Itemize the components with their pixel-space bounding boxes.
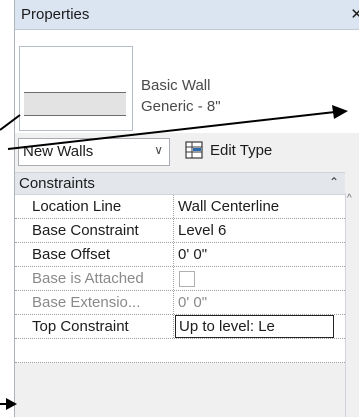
chevron-down-icon[interactable]: ∨ bbox=[154, 143, 163, 157]
instance-filter-value: New Walls bbox=[23, 143, 94, 160]
property-value: Up to level: Le bbox=[179, 318, 275, 335]
property-row-base-constraint[interactable]: Base Constraint Level 6 bbox=[15, 219, 345, 243]
property-name-cell: Base Extensio... bbox=[15, 291, 174, 314]
properties-palette: Properties ✕ Basic Wall Generic - 8" New… bbox=[14, 0, 359, 417]
property-name: Base is Attached bbox=[32, 270, 144, 287]
type-preview bbox=[19, 46, 133, 131]
type-name-label: Generic - 8" bbox=[141, 98, 221, 115]
screenshot-stage: Properties ✕ Basic Wall Generic - 8" New… bbox=[0, 0, 359, 417]
property-value: Level 6 bbox=[178, 222, 227, 239]
type-family-label: Basic Wall bbox=[141, 77, 211, 94]
property-row-partial bbox=[15, 339, 345, 363]
instance-selector-row: New Walls ∨ Edit Type bbox=[15, 133, 359, 170]
palette-title: Properties bbox=[21, 6, 90, 23]
property-value-cell[interactable]: 0' 0" bbox=[175, 243, 345, 266]
property-value: Wall Centerline bbox=[178, 198, 280, 215]
edit-type-icon bbox=[185, 141, 203, 159]
property-name-cell: Top Constraint bbox=[15, 315, 174, 338]
property-name: Top Constraint bbox=[32, 318, 129, 335]
property-row-base-offset[interactable]: Base Offset 0' 0" bbox=[15, 243, 345, 267]
close-icon[interactable]: ✕ bbox=[350, 5, 359, 23]
property-name-cell: Base Constraint bbox=[15, 219, 174, 242]
base-attached-checkbox bbox=[179, 271, 195, 287]
property-value-cell: 0' 0" bbox=[175, 291, 345, 314]
property-name-cell: Location Line bbox=[15, 195, 174, 218]
property-row-base-extension: Base Extensio... 0' 0" bbox=[15, 291, 345, 315]
property-row-location-line[interactable]: Location Line Wall Centerline bbox=[15, 195, 345, 219]
property-value: 0' 0" bbox=[178, 294, 208, 311]
property-name: Base Offset bbox=[32, 246, 111, 263]
property-name: Base Constraint bbox=[32, 222, 139, 239]
property-value-cell[interactable]: Wall Centerline bbox=[175, 195, 345, 218]
wall-swatch-icon bbox=[24, 92, 126, 116]
property-row-top-constraint[interactable]: Top Constraint Up to level: Le bbox=[15, 315, 345, 339]
edit-type-button[interactable]: Edit Type bbox=[183, 138, 359, 164]
type-selector[interactable]: Basic Wall Generic - 8" bbox=[15, 30, 359, 133]
top-constraint-input[interactable]: Up to level: Le bbox=[175, 315, 334, 338]
property-name: Location Line bbox=[32, 198, 122, 215]
scroll-up-icon[interactable]: ^ bbox=[347, 193, 352, 204]
instance-filter-dropdown[interactable]: New Walls ∨ bbox=[18, 138, 170, 166]
constraints-group-header[interactable]: Constraints ⌃ bbox=[15, 172, 345, 195]
property-value: 0' 0" bbox=[178, 246, 208, 263]
title-bar[interactable]: Properties ✕ bbox=[15, 0, 359, 30]
property-value-cell[interactable]: Level 6 bbox=[175, 219, 345, 242]
property-name: Base Extensio... bbox=[32, 294, 141, 311]
property-name-cell: Base is Attached bbox=[15, 267, 174, 290]
properties-table: Location Line Wall Centerline Base Const… bbox=[15, 195, 345, 363]
edit-type-label: Edit Type bbox=[210, 142, 273, 159]
scrollbar[interactable]: ^ bbox=[345, 193, 359, 417]
property-value-cell bbox=[175, 267, 345, 290]
property-name-cell: Base Offset bbox=[15, 243, 174, 266]
group-label: Constraints bbox=[19, 175, 95, 192]
property-row-base-is-attached: Base is Attached bbox=[15, 267, 345, 291]
collapse-icon[interactable]: ⌃ bbox=[329, 175, 339, 189]
